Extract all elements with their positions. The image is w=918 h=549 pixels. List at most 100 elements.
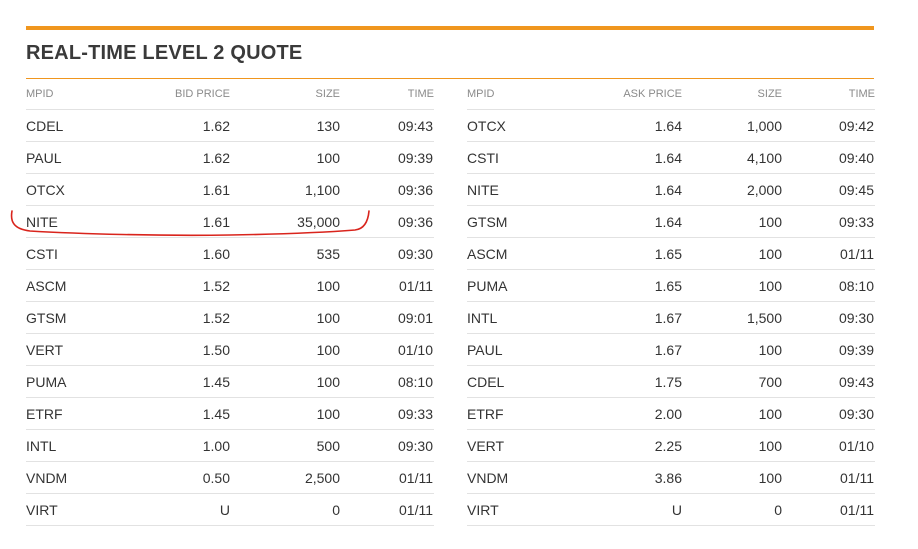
bid-cell-size: 100	[230, 333, 340, 366]
ask-cell-time: 01/11	[782, 493, 875, 526]
ask-cell-size: 100	[682, 461, 782, 494]
ask-cell-price: 1.65	[569, 269, 682, 302]
ask-cell-mpid: PUMA	[467, 269, 569, 302]
ask-cell-mpid: INTL	[467, 301, 569, 334]
ask-table-row: ASCM 1.65 100 01/11	[467, 237, 875, 270]
ask-cell-size: 100	[682, 397, 782, 430]
ask-cell-mpid: CSTI	[467, 141, 569, 174]
bid-cell-mpid: PAUL	[26, 141, 114, 174]
bid-cell-price: 1.45	[114, 365, 230, 398]
bid-cell-size: 2,500	[230, 461, 340, 494]
page-title: REAL-TIME LEVEL 2 QUOTE	[26, 42, 303, 64]
ask-cell-time: 01/11	[782, 461, 875, 494]
bid-cell-mpid: CSTI	[26, 237, 114, 270]
ask-cell-price: U	[569, 493, 682, 526]
ask-cell-size: 1,000	[682, 109, 782, 142]
ask-header-mpid: MPID	[467, 79, 569, 110]
ask-cell-time: 08:10	[782, 269, 875, 302]
bid-cell-time: 01/11	[340, 493, 434, 526]
bid-cell-time: 09:30	[340, 237, 434, 270]
ask-header-time: TIME	[782, 79, 875, 110]
ask-table-row: GTSM 1.64 100 09:33	[467, 205, 875, 238]
bid-cell-time: 01/11	[340, 461, 434, 494]
bid-cell-mpid: CDEL	[26, 109, 114, 142]
bid-cell-time: 09:43	[340, 109, 434, 142]
bid-table-row: CSTI 1.60 535 09:30	[26, 237, 434, 270]
ask-table-row: INTL 1.67 1,500 09:30	[467, 301, 875, 334]
bid-table-row: ETRF 1.45 100 09:33	[26, 397, 434, 430]
bid-cell-time: 01/11	[340, 269, 434, 302]
bid-cell-size: 35,000	[230, 205, 340, 238]
ask-table-row: ETRF 2.00 100 09:30	[467, 397, 875, 430]
ask-cell-size: 1,500	[682, 301, 782, 334]
ask-cell-mpid: VNDM	[467, 461, 569, 494]
ask-table-row: PAUL 1.67 100 09:39	[467, 333, 875, 366]
bid-cell-price: 1.62	[114, 109, 230, 142]
bid-cell-size: 100	[230, 301, 340, 334]
ask-table: MPID ASK PRICE SIZE TIME OTCX 1.64 1,000 09…	[467, 79, 875, 526]
bid-cell-price: 1.62	[114, 141, 230, 174]
ask-table-row: CDEL 1.75 700 09:43	[467, 365, 875, 398]
ask-cell-price: 1.75	[569, 365, 682, 398]
top-accent-bar	[26, 26, 874, 30]
bid-cell-size: 100	[230, 397, 340, 430]
ask-cell-price: 1.64	[569, 173, 682, 206]
ask-cell-size: 100	[682, 269, 782, 302]
ask-header-price: ASK PRICE	[569, 79, 682, 110]
bid-cell-size: 0	[230, 493, 340, 526]
bid-cell-price: 1.52	[114, 301, 230, 334]
bid-cell-mpid: OTCX	[26, 173, 114, 206]
bid-cell-price: 1.60	[114, 237, 230, 270]
bid-table-row: NITE 1.61 35,000 09:36	[26, 205, 434, 238]
ask-cell-size: 4,100	[682, 141, 782, 174]
bid-cell-size: 1,100	[230, 173, 340, 206]
ask-cell-size: 100	[682, 333, 782, 366]
bid-header-time: TIME	[340, 79, 434, 110]
ask-cell-mpid: ETRF	[467, 397, 569, 430]
bid-cell-mpid: PUMA	[26, 365, 114, 398]
ask-cell-time: 09:30	[782, 301, 875, 334]
ask-cell-price: 1.64	[569, 141, 682, 174]
ask-cell-size: 0	[682, 493, 782, 526]
bid-cell-time: 08:10	[340, 365, 434, 398]
ask-table-row: OTCX 1.64 1,000 09:42	[467, 109, 875, 142]
bid-table-row: OTCX 1.61 1,100 09:36	[26, 173, 434, 206]
ask-cell-time: 09:43	[782, 365, 875, 398]
bid-cell-price: 1.45	[114, 397, 230, 430]
ask-cell-mpid: NITE	[467, 173, 569, 206]
bid-cell-price: 0.50	[114, 461, 230, 494]
bid-header-row: MPID BID PRICE SIZE TIME	[26, 79, 434, 110]
bid-cell-time: 09:30	[340, 429, 434, 462]
ask-cell-mpid: OTCX	[467, 109, 569, 142]
ask-cell-price: 1.65	[569, 237, 682, 270]
bid-cell-mpid: VNDM	[26, 461, 114, 494]
bid-table-row: PUMA 1.45 100 08:10	[26, 365, 434, 398]
ask-table-body: OTCX 1.64 1,000 09:42 CSTI 1.64 4,100 09:40 NITE…	[467, 109, 875, 526]
bid-cell-price: 1.61	[114, 173, 230, 206]
bid-cell-price: U	[114, 493, 230, 526]
ask-cell-mpid: GTSM	[467, 205, 569, 238]
bid-table-row: INTL 1.00 500 09:30	[26, 429, 434, 462]
ask-cell-time: 09:33	[782, 205, 875, 238]
ask-cell-mpid: CDEL	[467, 365, 569, 398]
ask-cell-price: 2.00	[569, 397, 682, 430]
bid-table-row: VIRT U 0 01/11	[26, 493, 434, 526]
bid-cell-time: 09:39	[340, 141, 434, 174]
ask-header-size: SIZE	[682, 79, 782, 110]
ask-cell-mpid: ASCM	[467, 237, 569, 270]
bid-cell-price: 1.61	[114, 205, 230, 238]
bid-cell-time: 09:36	[340, 205, 434, 238]
ask-cell-size: 100	[682, 429, 782, 462]
ask-cell-time: 09:42	[782, 109, 875, 142]
bid-header-price: BID PRICE	[114, 79, 230, 110]
bid-cell-mpid: ETRF	[26, 397, 114, 430]
bid-cell-time: 09:33	[340, 397, 434, 430]
bid-table-row: ASCM 1.52 100 01/11	[26, 269, 434, 302]
ask-cell-size: 100	[682, 237, 782, 270]
bid-table-row: VERT 1.50 100 01/10	[26, 333, 434, 366]
ask-cell-time: 01/11	[782, 237, 875, 270]
ask-cell-price: 1.67	[569, 301, 682, 334]
bid-cell-mpid: ASCM	[26, 269, 114, 302]
ask-cell-price: 1.64	[569, 109, 682, 142]
ask-table-row: CSTI 1.64 4,100 09:40	[467, 141, 875, 174]
